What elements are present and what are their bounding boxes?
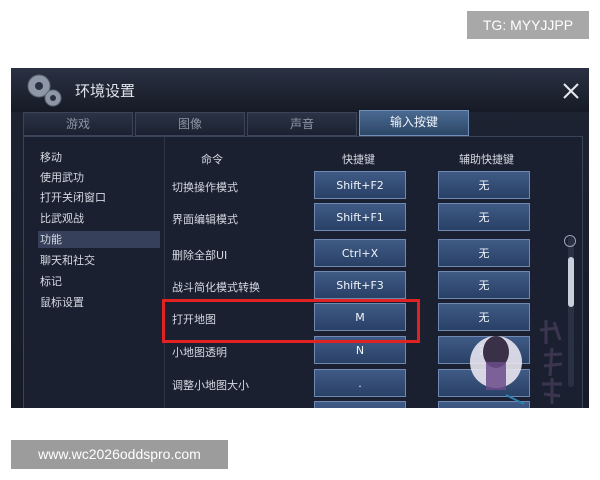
watermark-url: www.wc2026oddspro.com bbox=[11, 440, 228, 469]
sidebar-item-chat[interactable]: 聊天和社交 bbox=[38, 252, 160, 269]
tab-game[interactable]: 游戏 bbox=[23, 112, 133, 136]
sidebar-item-windows[interactable]: 打开关闭窗口 bbox=[38, 189, 160, 206]
scroll-up-icon[interactable] bbox=[564, 235, 576, 247]
column-header-alt-shortcut: 辅助快捷键 bbox=[459, 153, 514, 166]
shortcut-button[interactable]: Shift+F3 bbox=[314, 271, 406, 299]
watermark-logo-icon bbox=[470, 320, 563, 405]
sidebar-item-function[interactable]: 功能 bbox=[38, 231, 160, 248]
command-label: 小地图透明 bbox=[172, 346, 227, 359]
window-title: 环境设置 bbox=[75, 82, 136, 100]
alt-shortcut-button[interactable]: 无 bbox=[438, 271, 530, 299]
gear-icon bbox=[27, 74, 62, 107]
tab-graphics[interactable]: 图像 bbox=[135, 112, 245, 136]
shortcut-button[interactable]: Ctrl+X bbox=[314, 239, 406, 267]
tab-input-keys[interactable]: 输入按键 bbox=[359, 110, 469, 136]
sidebar-item-spectate[interactable]: 比武观战 bbox=[38, 210, 160, 227]
command-label: 切换操作模式 bbox=[172, 181, 238, 194]
close-icon[interactable] bbox=[562, 82, 580, 100]
shortcut-button[interactable] bbox=[314, 401, 406, 408]
watermark-tg: TG: MYYJJPP bbox=[467, 11, 589, 39]
shortcut-button[interactable]: Shift+F2 bbox=[314, 171, 406, 199]
column-header-command: 命令 bbox=[201, 153, 223, 166]
sidebar-item-skills[interactable]: 使用武功 bbox=[38, 169, 160, 186]
shortcut-button[interactable]: . bbox=[314, 369, 406, 397]
tab-sound[interactable]: 声音 bbox=[247, 112, 357, 136]
category-sidebar: 移动 使用武功 打开关闭窗口 比武观战 功能 聊天和社交 标记 鼠标设置 bbox=[24, 137, 165, 408]
alt-shortcut-button[interactable]: 无 bbox=[438, 239, 530, 267]
sidebar-item-move[interactable]: 移动 bbox=[38, 149, 160, 166]
highlight-box bbox=[162, 299, 420, 343]
column-header-shortcut: 快捷键 bbox=[342, 153, 375, 166]
shortcut-button[interactable]: Shift+F1 bbox=[314, 203, 406, 231]
title-bar: 环境设置 bbox=[11, 68, 589, 112]
sidebar-item-mouse[interactable]: 鼠标设置 bbox=[38, 294, 160, 311]
sidebar-item-marker[interactable]: 标记 bbox=[38, 273, 160, 290]
command-label: 战斗简化模式转换 bbox=[172, 281, 260, 294]
tab-bar: 游戏 图像 声音 输入按键 bbox=[23, 110, 581, 136]
alt-shortcut-button[interactable]: 无 bbox=[438, 171, 530, 199]
command-label: 界面编辑模式 bbox=[172, 213, 238, 226]
command-label: 调整小地图大小 bbox=[172, 379, 249, 392]
alt-shortcut-button[interactable]: 无 bbox=[438, 203, 530, 231]
command-label: 删除全部UI bbox=[172, 249, 228, 262]
